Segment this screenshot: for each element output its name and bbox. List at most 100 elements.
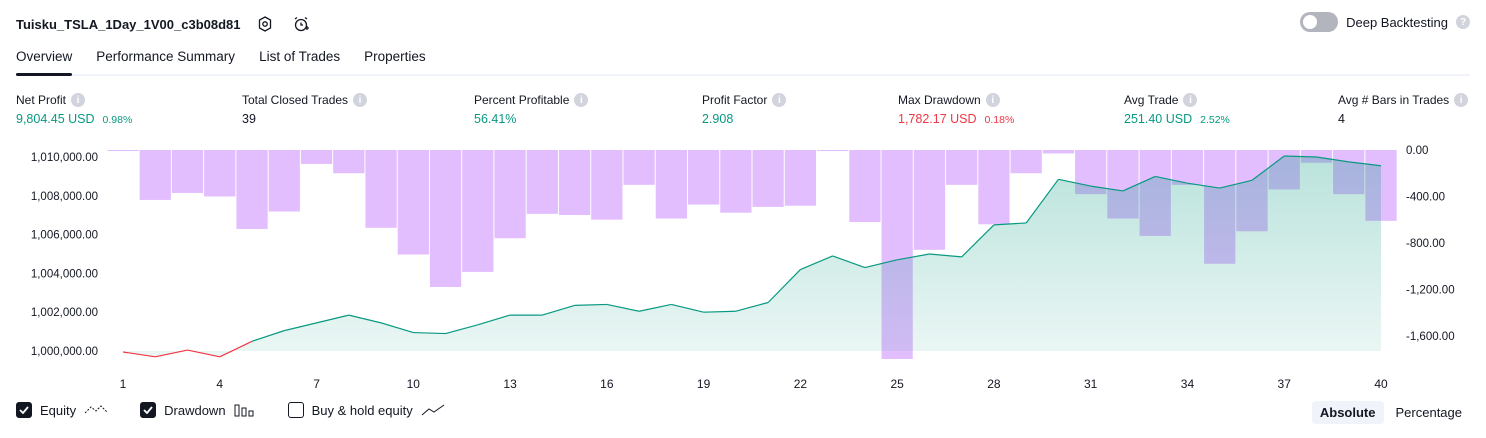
tab-properties[interactable]: Properties: [364, 44, 426, 74]
drawdown-bar: [268, 150, 300, 212]
x-axis-tick-label: 16: [600, 377, 614, 390]
metric-label: Profit Factor: [702, 93, 768, 107]
drawdown-bar: [946, 150, 978, 185]
info-icon[interactable]: i: [353, 93, 368, 107]
drawdown-bar: [623, 150, 655, 185]
metric-net-profit: Net Profit i 9,804.45 USD 0.98%: [16, 93, 132, 126]
x-axis-tick-label: 22: [794, 377, 808, 390]
metric-label: Avg Trade: [1124, 93, 1179, 107]
metric-percent: 0.98%: [102, 114, 133, 126]
info-icon[interactable]: i: [71, 93, 86, 107]
metric-value: 9,804.45 USD: [16, 112, 95, 126]
info-icon[interactable]: i: [1454, 93, 1469, 107]
tab-overview[interactable]: Overview: [16, 44, 73, 76]
legend-drawdown[interactable]: Drawdown: [140, 402, 255, 418]
x-axis-tick-label: 28: [987, 377, 1001, 390]
x-axis-tick-label: 25: [890, 377, 904, 390]
deep-backtesting-toggle[interactable]: [1300, 12, 1339, 32]
drawdown-bar: [1010, 150, 1042, 174]
metric-label: Total Closed Trades: [242, 93, 349, 107]
metric-label: Max Drawdown: [898, 93, 981, 107]
drawdown-bar: [849, 150, 881, 222]
legend-buy-hold[interactable]: Buy & hold equity: [287, 402, 445, 418]
equity-area: [123, 156, 1381, 357]
chart-legend: Equity Drawdown Buy & hold equity: [16, 402, 445, 418]
metric-value: 251.40 USD: [1124, 112, 1193, 126]
strategy-title: Tuisku_TSLA_1Day_1V00_c3b08d81: [16, 16, 241, 32]
drawdown-bar: [107, 150, 139, 151]
equity-checkbox[interactable]: [16, 402, 32, 418]
left-axis-tick-label: 1,004,000.00: [31, 268, 98, 280]
drawdown-bar: [913, 150, 946, 250]
metric-value: 4: [1338, 112, 1345, 126]
legend-equity[interactable]: Equity: [16, 402, 108, 418]
info-icon[interactable]: i: [574, 93, 589, 107]
legend-label: Buy & hold equity: [311, 402, 413, 418]
metric-label: Avg # Bars in Trades: [1338, 93, 1450, 107]
left-axis-tick-label: 1,008,000.00: [31, 191, 98, 203]
metric-avg-bars-in-trades: Avg # Bars in Trades i 4: [1338, 93, 1469, 126]
info-icon[interactable]: i: [1183, 93, 1198, 107]
drawdown-bar: [687, 150, 720, 205]
right-axis-tick-label: -800.00: [1406, 238, 1445, 250]
drawdown-bar: [204, 150, 236, 197]
drawdown-bars-icon: [234, 404, 254, 417]
x-axis-tick-label: 37: [1278, 377, 1292, 390]
settings-gear-icon[interactable]: [253, 12, 277, 36]
x-axis-tick-label: 31: [1084, 377, 1098, 390]
tab-performance-summary[interactable]: Performance Summary: [96, 44, 235, 74]
drawdown-bar: [1171, 150, 1204, 185]
drawdown-bar: [333, 150, 365, 174]
metric-total-closed-trades: Total Closed Trades i 39: [242, 93, 368, 126]
drawdown-checkbox[interactable]: [140, 402, 157, 418]
x-axis-tick-label: 13: [503, 377, 517, 390]
equity-line-icon: [84, 405, 108, 414]
left-axis-tick-label: 1,000,000.00: [31, 346, 98, 358]
drawdown-bar: [236, 150, 268, 229]
x-axis-tick-label: 1: [120, 377, 127, 390]
info-icon[interactable]: i: [985, 93, 1000, 107]
buy-hold-line-icon: [421, 404, 445, 416]
equity-drawdown-chart: 1,000,000.00 1,002,000.00 1,004,000.00 1,00…: [31, 145, 1455, 390]
info-icon[interactable]: i: [772, 93, 787, 107]
metric-value: 1,782.17 USD: [898, 112, 977, 126]
drawdown-bar: [300, 150, 333, 164]
drawdown-bar: [365, 150, 397, 228]
absolute-option[interactable]: Absolute: [1311, 401, 1384, 424]
x-axis-tick-label: 7: [313, 377, 320, 390]
metric-percent: 2.52%: [1200, 114, 1230, 126]
metric-profit-factor: Profit Factor i 2.908: [702, 93, 787, 126]
metric-avg-trade: Avg Trade i 251.40 USD 2.52%: [1124, 93, 1230, 126]
tab-bar: Overview Performance Summary List of Tra…: [16, 44, 1470, 76]
drawdown-bar: [817, 150, 849, 151]
metric-value: 56.41%: [474, 112, 517, 126]
metric-label: Percent Profitable: [474, 93, 570, 107]
x-axis-tick-label: 40: [1374, 377, 1388, 390]
drawdown-bar: [752, 150, 784, 207]
drawdown-bar: [139, 150, 171, 200]
left-axis-tick-label: 1,006,000.00: [31, 230, 98, 242]
x-axis-tick-label: 10: [407, 377, 421, 390]
left-axis-tick-label: 1,002,000.00: [31, 307, 98, 319]
add-alert-icon[interactable]: [289, 12, 313, 36]
help-icon[interactable]: ?: [1456, 15, 1470, 29]
deep-backtesting-label: Deep Backtesting: [1346, 14, 1448, 30]
drawdown-bar: [655, 150, 687, 219]
x-axis-tick-label: 4: [216, 377, 223, 390]
drawdown-bar: [558, 150, 591, 216]
drawdown-bar: [462, 150, 494, 272]
drawdown-bar: [171, 150, 204, 193]
legend-label: Drawdown: [164, 402, 226, 418]
left-axis-tick-label: 1,010,000.00: [31, 152, 98, 164]
metric-value: 2.908: [702, 112, 734, 126]
metric-percent: 0.18%: [984, 114, 1015, 126]
legend-label: Equity: [40, 402, 77, 418]
right-axis-tick-label: -1,600.00: [1406, 331, 1455, 343]
right-axis-tick-label: -1,200.00: [1406, 284, 1455, 296]
buy-hold-checkbox[interactable]: [287, 402, 304, 418]
right-axis-tick-label: 0.00: [1406, 145, 1428, 157]
x-axis-tick-label: 34: [1181, 377, 1195, 390]
percentage-option[interactable]: Percentage: [1388, 401, 1471, 424]
drawdown-bar: [526, 150, 558, 214]
tab-list-of-trades[interactable]: List of Trades: [259, 44, 340, 74]
